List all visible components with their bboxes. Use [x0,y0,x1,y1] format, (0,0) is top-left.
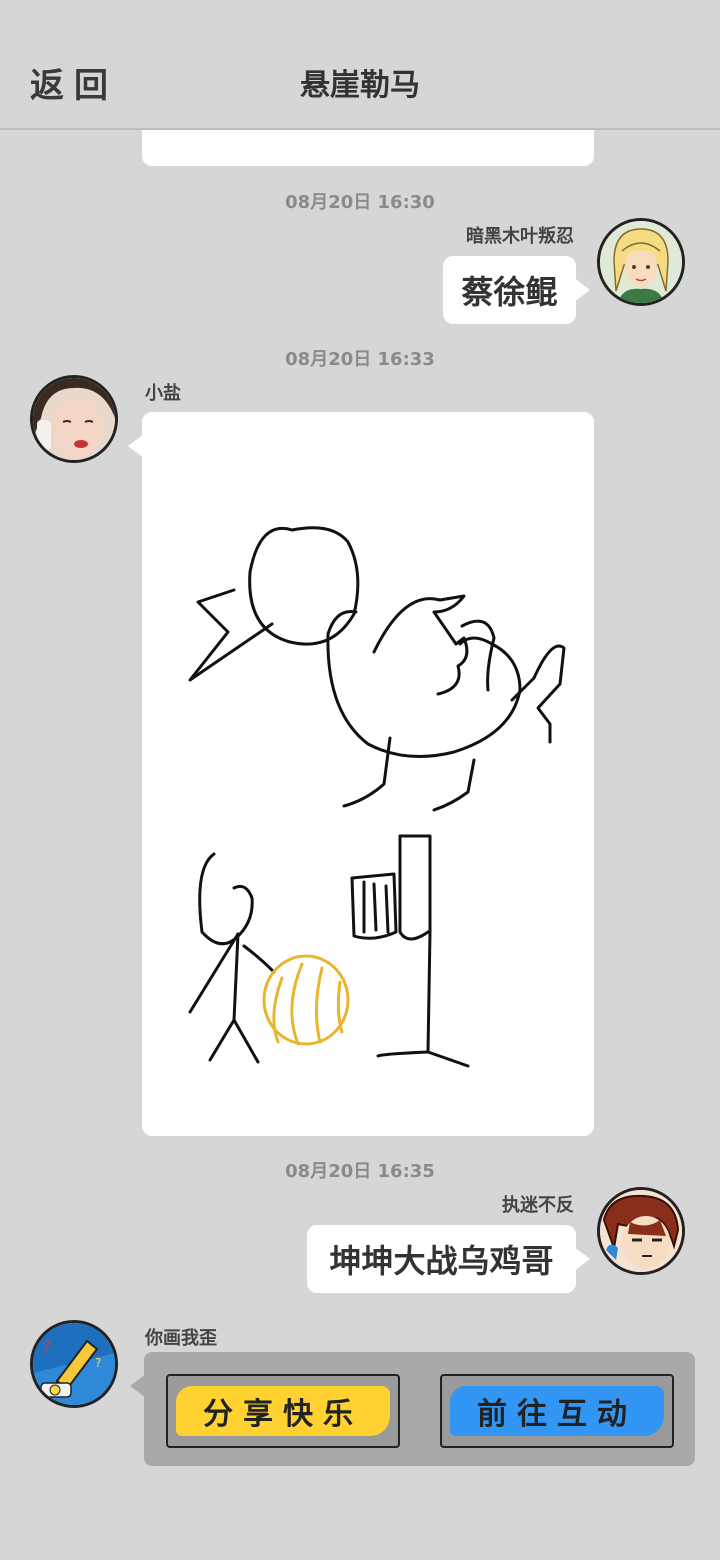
share-happiness-button[interactable]: 分享快乐 [166,1374,400,1448]
top-bar: 返回 悬崖勒马 [0,0,720,130]
svg-text:?: ? [95,1356,101,1370]
girl-selfie-avatar-icon[interactable] [30,375,118,463]
previous-message-card [142,130,594,166]
pencil-game-avatar-icon[interactable]: ? ? [30,1320,118,1408]
page-title: 悬崖勒马 [300,68,420,103]
go-interact-button[interactable]: 前往互动 [440,1374,674,1448]
blonde-ninja-avatar-icon[interactable] [597,218,685,306]
sender-name: 暗黑木叶叛忍 [466,226,574,247]
share-button-label: 分享快乐 [203,1397,363,1432]
chat-list[interactable]: 08月20日 16:30 暗黑木叶叛忍 蔡徐鲲 08月20日 16:33 小盐 [0,130,720,1560]
sender-name: 你画我歪 [145,1328,217,1349]
basketball-drawing [262,954,350,1046]
svg-text:?: ? [43,1339,50,1355]
message-timestamp: 08月20日 16:35 [285,1161,435,1182]
chat-bubble[interactable]: 蔡徐鲲 [443,256,590,324]
message-timestamp: 08月20日 16:30 [285,192,435,213]
goto-button-label: 前往互动 [477,1397,637,1432]
message-timestamp: 08月20日 16:33 [285,349,435,370]
brown-hair-boy-avatar-icon[interactable] [597,1187,685,1275]
doodle-image[interactable] [128,412,594,1136]
game-share-card: 分享快乐 前往互动 [130,1352,695,1466]
chat-bubble[interactable]: 坤坤大战乌鸡哥 [307,1225,590,1293]
sender-name: 执迷不反 [502,1195,574,1216]
sender-name: 小盐 [145,383,181,404]
